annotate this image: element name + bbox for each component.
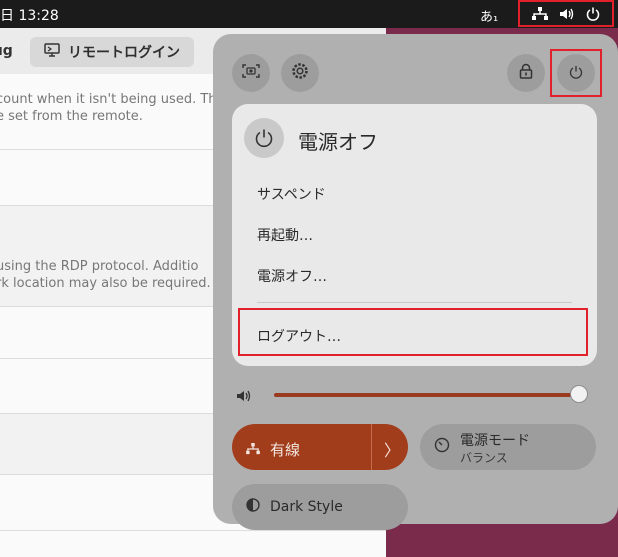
settings-icon bbox=[291, 62, 309, 84]
input-method-indicator[interactable]: あ₁ bbox=[480, 6, 498, 25]
screenshot-button[interactable] bbox=[232, 54, 270, 92]
lock-button[interactable] bbox=[507, 54, 545, 92]
divider bbox=[371, 424, 372, 470]
description-text: using the RDP protocol. Additio bbox=[0, 259, 199, 274]
volume-icon bbox=[559, 7, 575, 21]
wired-network-toggle[interactable]: 有線 〉 bbox=[232, 424, 408, 470]
top-bar: 日 13:28 あ₁ bbox=[0, 0, 618, 28]
dark-style-icon bbox=[246, 498, 260, 516]
volume-slider-handle[interactable] bbox=[570, 385, 588, 403]
lock-icon bbox=[519, 63, 533, 83]
divider bbox=[0, 530, 386, 531]
power-icon bbox=[586, 7, 600, 21]
menu-item-power-off[interactable]: 電源オフ… bbox=[257, 266, 327, 286]
network-icon bbox=[531, 6, 548, 21]
power-button-highlight bbox=[550, 49, 602, 97]
power-icon bbox=[244, 118, 284, 158]
power-mode-title: 電源モード bbox=[460, 433, 530, 449]
tab-label-partial[interactable]: ıg bbox=[0, 43, 13, 59]
volume-icon bbox=[236, 388, 252, 407]
screenshot-icon bbox=[242, 63, 260, 83]
divider bbox=[257, 302, 572, 303]
tab-remote-login-label: リモートログイン bbox=[68, 45, 180, 61]
network-icon bbox=[246, 441, 260, 459]
clock[interactable]: 日 13:28 bbox=[0, 5, 59, 25]
volume-slider[interactable] bbox=[274, 393, 580, 397]
menu-item-restart[interactable]: 再起動… bbox=[257, 225, 313, 245]
log-out-highlight bbox=[238, 308, 588, 356]
system-tray[interactable] bbox=[518, 0, 614, 27]
dark-style-label: Dark Style bbox=[270, 499, 343, 515]
description-text: count when it isn't being used. Th bbox=[0, 92, 217, 107]
monitor-icon bbox=[44, 43, 60, 61]
quick-settings-panel: 電源オフ サスペンド 再起動… 電源オフ… ログアウト… 有線 〉 電源モード … bbox=[213, 34, 618, 530]
description-text: e set from the remote. bbox=[0, 109, 143, 124]
power-submenu: 電源オフ サスペンド 再起動… 電源オフ… ログアウト… bbox=[232, 104, 597, 366]
wired-network-label: 有線 bbox=[270, 441, 301, 459]
chevron-right-icon[interactable]: 〉 bbox=[384, 437, 400, 461]
menu-item-suspend[interactable]: サスペンド bbox=[257, 184, 326, 204]
gauge-icon bbox=[434, 437, 450, 457]
tab-remote-login[interactable]: リモートログイン bbox=[30, 37, 194, 67]
dark-style-toggle[interactable]: Dark Style bbox=[232, 484, 408, 530]
settings-button[interactable] bbox=[281, 54, 319, 92]
description-text: rk location may also be required. bbox=[0, 276, 211, 291]
power-submenu-title: 電源オフ bbox=[298, 130, 378, 154]
power-mode-toggle[interactable]: 電源モード バランス bbox=[420, 424, 596, 470]
power-mode-subtitle: バランス bbox=[460, 451, 508, 465]
